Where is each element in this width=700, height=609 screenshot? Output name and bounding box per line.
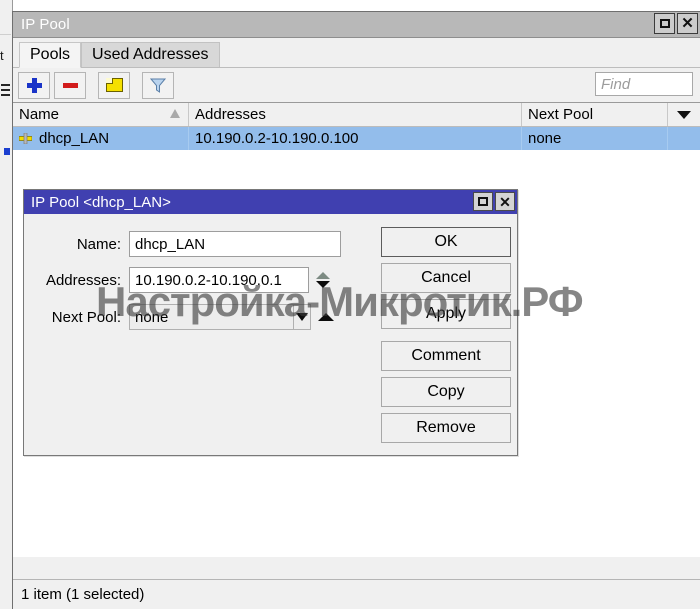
plus-icon	[26, 77, 42, 93]
ok-button[interactable]: OK	[381, 227, 511, 257]
copy-button[interactable]: Copy	[381, 377, 511, 407]
table-row[interactable]: dhcp_LAN 10.190.0.2-10.190.0.100 none	[13, 127, 700, 150]
close-button[interactable]: ✕	[677, 13, 698, 34]
background-menu-bar-3	[1, 94, 10, 96]
window-title: IP Pool	[21, 16, 70, 33]
column-chooser-button[interactable]	[668, 103, 700, 126]
close-icon: ✕	[681, 15, 694, 32]
cell-addresses: 10.190.0.2-10.190.0.100	[189, 127, 522, 150]
status-text: 1 item (1 selected)	[21, 586, 145, 603]
dialog-body: Name: dhcp_LAN Addresses: 10.190.0.2-10.…	[24, 214, 517, 456]
column-header-next-pool-label: Next Pool	[528, 106, 594, 123]
window-control-buttons: ✕	[654, 13, 698, 34]
background-text-fragment: t	[0, 48, 4, 63]
comment-button[interactable]: Comment	[381, 341, 511, 371]
comment-button[interactable]	[98, 71, 130, 99]
note-icon	[105, 78, 123, 92]
tab-used-addresses-label: Used Addresses	[92, 46, 209, 63]
dialog-titlebar[interactable]: IP Pool <dhcp_LAN> ✕	[24, 190, 517, 214]
cell-name-text: dhcp_LAN	[39, 130, 110, 147]
addresses-input-value: 10.190.0.2-10.190.0.1	[135, 271, 282, 289]
status-bar: 1 item (1 selected)	[13, 579, 700, 609]
tab-used-addresses[interactable]: Used Addresses	[81, 42, 220, 67]
column-header-name-label: Name	[19, 106, 60, 123]
addresses-field-row: Addresses: 10.190.0.2-10.190.0.1	[24, 267, 330, 293]
name-input[interactable]: dhcp_LAN	[129, 231, 341, 257]
tab-pools-label: Pools	[30, 46, 71, 63]
close-icon: ✕	[499, 193, 511, 210]
next-pool-select[interactable]: none	[129, 304, 294, 330]
maximize-icon	[478, 197, 488, 206]
maximize-icon	[659, 19, 670, 28]
column-header-addresses[interactable]: Addresses	[189, 103, 522, 126]
tab-pools[interactable]: Pools	[19, 42, 82, 68]
apply-button[interactable]: Apply	[381, 299, 511, 329]
name-field-row: Name: dhcp_LAN	[24, 231, 341, 257]
column-header-addresses-label: Addresses	[195, 106, 266, 123]
tab-strip: Pools Used Addresses	[13, 38, 700, 68]
addresses-input[interactable]: 10.190.0.2-10.190.0.1	[129, 267, 309, 293]
next-pool-expand-up-icon[interactable]	[318, 313, 334, 321]
remove-pool-button[interactable]	[54, 71, 86, 99]
minus-icon	[62, 82, 78, 88]
chevron-down-icon	[677, 110, 691, 119]
cell-end	[668, 127, 700, 150]
next-pool-field-label: Next Pool:	[51, 308, 121, 326]
name-input-value: dhcp_LAN	[135, 235, 206, 253]
cell-name: dhcp_LAN	[13, 127, 189, 150]
filter-button[interactable]	[142, 71, 174, 99]
cell-next-pool: none	[522, 127, 668, 150]
addresses-field-label: Addresses:	[45, 271, 121, 289]
ip-pool-edit-dialog: IP Pool <dhcp_LAN> ✕ Name: dhcp_LAN Addr…	[23, 189, 518, 456]
dialog-title: IP Pool <dhcp_LAN>	[31, 193, 171, 211]
sort-ascending-icon	[170, 109, 180, 118]
cancel-button[interactable]: Cancel	[381, 263, 511, 293]
chevron-down-icon	[296, 313, 308, 321]
next-pool-dropdown-button[interactable]	[294, 304, 311, 330]
chevron-down-icon	[315, 281, 330, 288]
pool-icon	[19, 133, 32, 144]
background-divider	[0, 34, 11, 35]
add-pool-button[interactable]	[18, 71, 50, 99]
next-pool-value: none	[135, 308, 169, 326]
ip-pool-window: IP Pool ✕ Pools Used Addresses Find Name…	[12, 11, 700, 609]
background-blue-marker	[4, 148, 10, 155]
funnel-icon	[150, 78, 166, 93]
addresses-stepper[interactable]	[315, 268, 330, 292]
column-header-next-pool[interactable]: Next Pool	[522, 103, 668, 126]
chevron-up-icon	[315, 272, 330, 279]
column-header-name[interactable]: Name	[13, 103, 189, 126]
background-menu-bar-1	[1, 84, 10, 86]
toolbar: Find	[13, 68, 700, 102]
next-pool-field-row: Next Pool: none	[24, 304, 334, 330]
background-menu-bar-2	[1, 89, 10, 91]
dialog-close-button[interactable]: ✕	[495, 192, 515, 211]
search-placeholder: Find	[601, 75, 631, 93]
remove-button[interactable]: Remove	[381, 413, 511, 443]
table-header-row: Name Addresses Next Pool	[13, 103, 700, 127]
window-titlebar[interactable]: IP Pool ✕	[13, 12, 700, 38]
dialog-control-buttons: ✕	[473, 192, 515, 211]
name-field-label: Name:	[76, 235, 121, 253]
maximize-button[interactable]	[654, 13, 675, 34]
dialog-maximize-button[interactable]	[473, 192, 493, 211]
search-input[interactable]: Find	[595, 72, 693, 96]
